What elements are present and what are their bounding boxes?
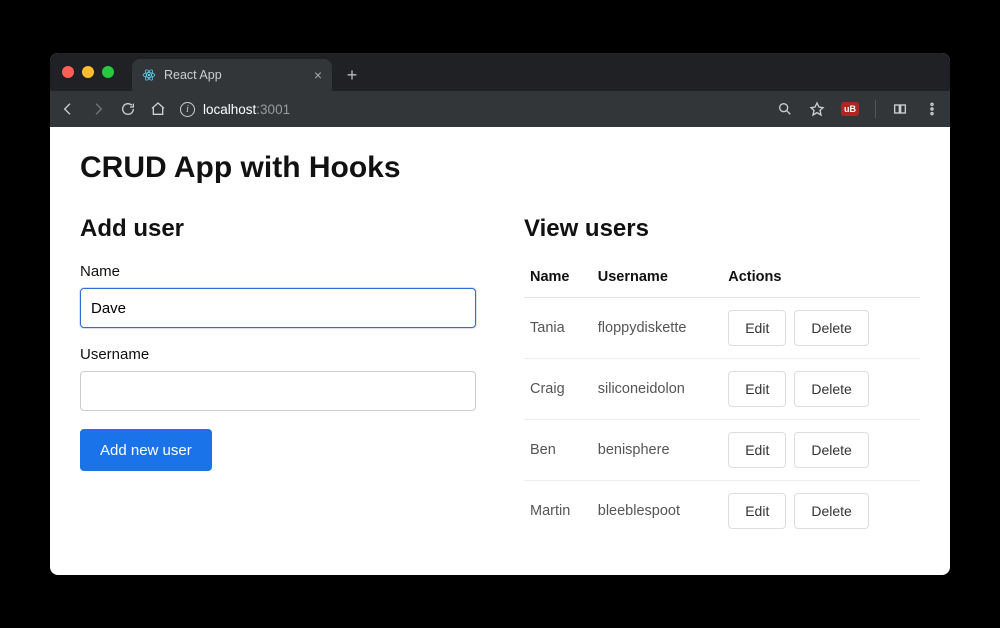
back-icon[interactable] xyxy=(60,101,76,117)
url-host: localhost xyxy=(203,102,256,117)
home-icon[interactable] xyxy=(150,101,166,117)
cell-actions: EditDelete xyxy=(722,420,920,481)
username-input[interactable] xyxy=(80,371,476,411)
table-row: MartinbleeblespootEditDelete xyxy=(524,481,920,542)
delete-button[interactable]: Delete xyxy=(794,310,868,346)
forward-icon[interactable] xyxy=(90,101,106,117)
cell-username: floppydiskette xyxy=(592,298,722,359)
table-row: TaniafloppydisketteEditDelete xyxy=(524,298,920,359)
delete-button[interactable]: Delete xyxy=(794,493,868,529)
view-users-heading: View users xyxy=(524,215,920,243)
table-row: CraigsiliconeidolonEditDelete xyxy=(524,359,920,420)
edit-button[interactable]: Edit xyxy=(728,371,786,407)
cell-actions: EditDelete xyxy=(722,481,920,542)
view-users-panel: View users Name Username Actions Taniafl… xyxy=(524,215,920,541)
name-label: Name xyxy=(80,263,476,280)
add-user-panel: Add user Name Username Add new user xyxy=(80,215,476,541)
address-bar[interactable]: i localhost:3001 xyxy=(180,102,763,117)
edit-button[interactable]: Edit xyxy=(728,310,786,346)
name-input[interactable] xyxy=(80,288,476,328)
tab-bar: React App × + xyxy=(50,53,950,91)
close-window-icon[interactable] xyxy=(62,66,74,78)
url-port: :3001 xyxy=(256,102,290,117)
media-control-icon[interactable] xyxy=(892,101,908,117)
page-title: CRUD App with Hooks xyxy=(80,151,920,185)
window-controls xyxy=(62,53,132,91)
add-user-button[interactable]: Add new user xyxy=(80,429,212,471)
bookmark-star-icon[interactable] xyxy=(809,101,825,117)
tab-react-app[interactable]: React App × xyxy=(132,59,332,91)
toolbar-separator xyxy=(875,100,876,118)
cell-actions: EditDelete xyxy=(722,359,920,420)
maximize-window-icon[interactable] xyxy=(102,66,114,78)
reload-icon[interactable] xyxy=(120,101,136,117)
cell-name: Tania xyxy=(524,298,592,359)
browser-toolbar: i localhost:3001 uB xyxy=(50,91,950,127)
browser-window: React App × + i localhost:3001 uB CRUD A… xyxy=(50,53,950,575)
extension-badge[interactable]: uB xyxy=(841,102,859,116)
minimize-window-icon[interactable] xyxy=(82,66,94,78)
delete-button[interactable]: Delete xyxy=(794,371,868,407)
cell-username: benisphere xyxy=(592,420,722,481)
page-content: CRUD App with Hooks Add user Name Userna… xyxy=(50,127,950,575)
cell-name: Martin xyxy=(524,481,592,542)
delete-button[interactable]: Delete xyxy=(794,432,868,468)
add-user-heading: Add user xyxy=(80,215,476,243)
col-actions: Actions xyxy=(722,263,920,298)
table-row: BenbenisphereEditDelete xyxy=(524,420,920,481)
cell-name: Ben xyxy=(524,420,592,481)
col-username: Username xyxy=(592,263,722,298)
col-name: Name xyxy=(524,263,592,298)
new-tab-button[interactable]: + xyxy=(338,61,366,89)
react-favicon-icon xyxy=(142,68,156,82)
zoom-icon[interactable] xyxy=(777,101,793,117)
users-table: Name Username Actions Taniafloppydiskett… xyxy=(524,263,920,541)
cell-actions: EditDelete xyxy=(722,298,920,359)
edit-button[interactable]: Edit xyxy=(728,432,786,468)
cell-username: bleeblespoot xyxy=(592,481,722,542)
username-label: Username xyxy=(80,346,476,363)
site-info-icon[interactable]: i xyxy=(180,102,195,117)
edit-button[interactable]: Edit xyxy=(728,493,786,529)
toolbar-right: uB xyxy=(777,100,940,118)
menu-dots-icon[interactable] xyxy=(924,101,940,117)
cell-username: siliconeidolon xyxy=(592,359,722,420)
close-tab-icon[interactable]: × xyxy=(314,68,322,82)
cell-name: Craig xyxy=(524,359,592,420)
tab-title: React App xyxy=(164,68,306,82)
